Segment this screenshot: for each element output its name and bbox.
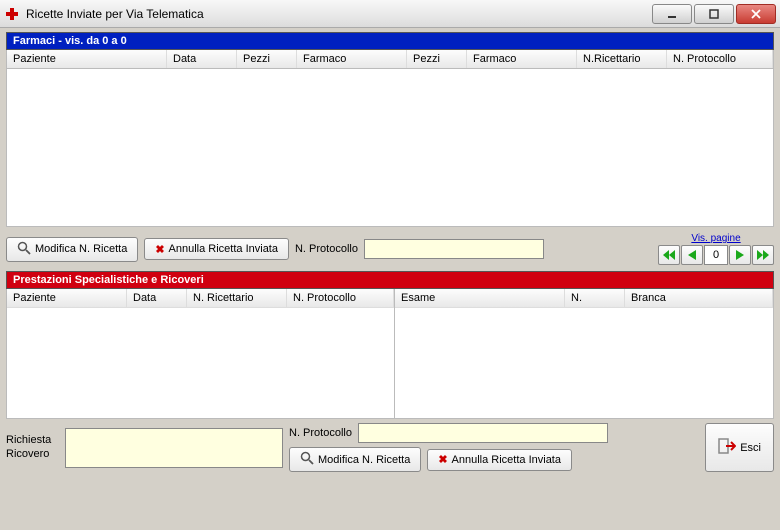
col-farmaco-2[interactable]: Farmaco [467, 50, 577, 68]
col-data[interactable]: Data [167, 50, 237, 68]
esci-label: Esci [740, 442, 761, 454]
page-number: 0 [704, 245, 728, 265]
protocollo2-input[interactable] [358, 423, 608, 443]
col-nricettario[interactable]: N.Ricettario [577, 50, 667, 68]
richiesta-label: Richiesta Ricovero [6, 434, 61, 460]
modifica-ricetta2-button[interactable]: Modifica N. Ricetta [289, 447, 421, 472]
last-page-button[interactable] [752, 245, 774, 265]
prestazioni-header: Prestazioni Specialistiche e Ricoveri [6, 271, 774, 289]
close-button[interactable] [736, 4, 776, 24]
window-titlebar: Ricette Inviate per Via Telematica [0, 0, 780, 28]
protocollo-label: N. Protocollo [295, 243, 358, 255]
farmaci-toolbar: Modifica N. Ricetta ✖ Annulla Ricetta In… [6, 227, 774, 271]
first-page-button[interactable] [658, 245, 680, 265]
col-farmaco-1[interactable]: Farmaco [297, 50, 407, 68]
col-pezzi-2[interactable]: Pezzi [407, 50, 467, 68]
next-page-button[interactable] [729, 245, 751, 265]
prestazioni-right-grid[interactable]: Esame N. Branca [395, 289, 773, 418]
col2-n[interactable]: N. [565, 289, 625, 307]
paginator: Vis. pagine 0 [658, 233, 774, 265]
minimize-button[interactable] [652, 4, 692, 24]
col2-paziente[interactable]: Paziente [7, 289, 127, 307]
maximize-button[interactable] [694, 4, 734, 24]
vis-pagine-label[interactable]: Vis. pagine [691, 233, 740, 244]
prev-page-button[interactable] [681, 245, 703, 265]
richiesta-ricovero-group: Richiesta Ricovero [6, 423, 283, 472]
annulla-ricetta-button[interactable]: ✖ Annulla Ricetta Inviata [144, 238, 289, 260]
col2-nprotocollo[interactable]: N. Protocollo [287, 289, 394, 307]
cancel-icon: ✖ [438, 453, 447, 466]
col2-data[interactable]: Data [127, 289, 187, 307]
prestazioni-left-grid[interactable]: Paziente Data N. Ricettario N. Protocoll… [7, 289, 395, 418]
modifica2-label: Modifica N. Ricetta [318, 454, 410, 466]
farmaci-grid[interactable] [6, 69, 774, 227]
richiesta-ricovero-input[interactable] [65, 428, 283, 468]
magnifier-icon [17, 241, 31, 258]
farmaci-columns: Paziente Data Pezzi Farmaco Pezzi Farmac… [6, 50, 774, 69]
col-pezzi-1[interactable]: Pezzi [237, 50, 297, 68]
protocollo2-label: N. Protocollo [289, 427, 352, 439]
col2-esame[interactable]: Esame [395, 289, 565, 307]
cancel-icon: ✖ [155, 243, 164, 256]
annulla-label: Annulla Ricetta Inviata [169, 243, 278, 255]
col-nprotocollo[interactable]: N. Protocollo [667, 50, 773, 68]
magnifier-icon [300, 451, 314, 468]
app-icon [4, 6, 20, 22]
annulla2-label: Annulla Ricetta Inviata [452, 454, 561, 466]
modifica-ricetta-button[interactable]: Modifica N. Ricetta [6, 237, 138, 262]
prestazioni-split: Paziente Data N. Ricettario N. Protocoll… [6, 289, 774, 419]
exit-icon [718, 437, 736, 458]
farmaci-header: Farmaci - vis. da 0 a 0 [6, 32, 774, 50]
col-paziente[interactable]: Paziente [7, 50, 167, 68]
window-title: Ricette Inviate per Via Telematica [26, 7, 650, 21]
col2-nricettario[interactable]: N. Ricettario [187, 289, 287, 307]
protocollo-input[interactable] [364, 239, 544, 259]
annulla-ricetta2-button[interactable]: ✖ Annulla Ricetta Inviata [427, 449, 572, 471]
col2-branca[interactable]: Branca [625, 289, 773, 307]
bottom-bar: Richiesta Ricovero N. Protocollo Modific… [6, 419, 774, 476]
esci-button[interactable]: Esci [705, 423, 774, 472]
modifica-label: Modifica N. Ricetta [35, 243, 127, 255]
